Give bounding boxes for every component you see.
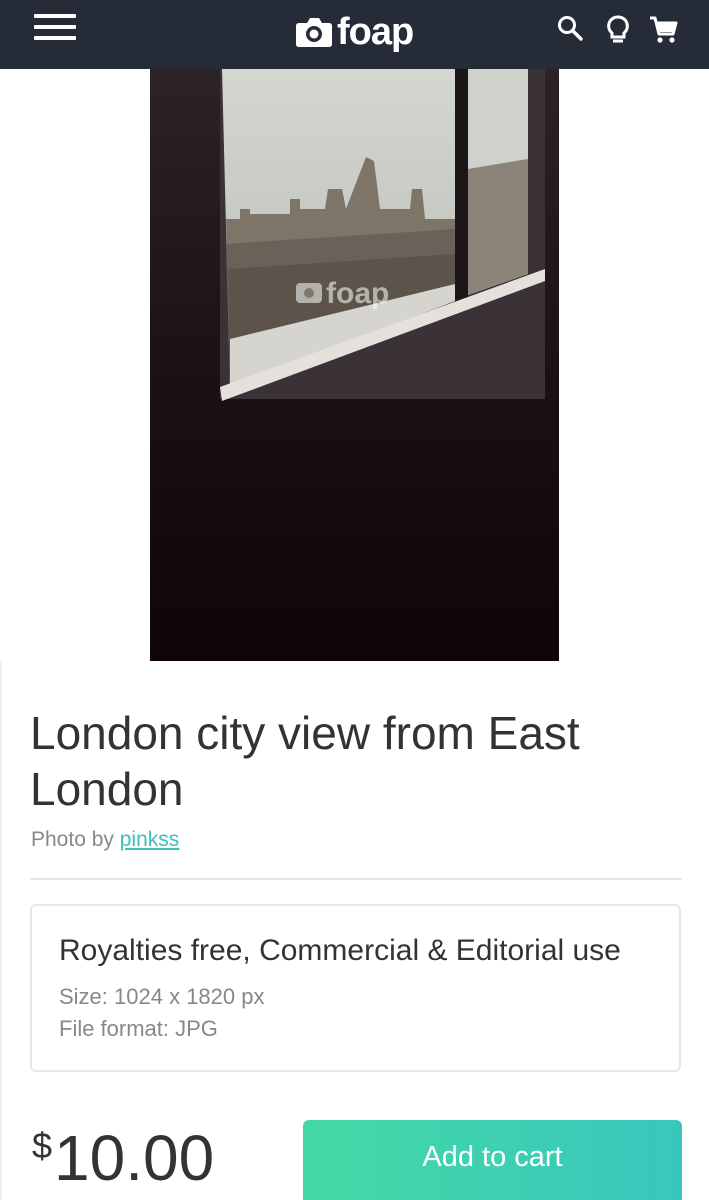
lightbulb-icon[interactable] xyxy=(603,13,633,45)
license-title: Royalties free, Commercial & Editorial u… xyxy=(59,934,621,967)
photo-watermark: foap xyxy=(326,277,389,310)
photo-title: London city view from East London xyxy=(30,707,580,815)
brand-logo[interactable]: foap xyxy=(295,10,414,54)
author-link[interactable]: pinkss xyxy=(120,828,180,851)
license-format: File format: JPG xyxy=(59,1016,218,1041)
brand-name: foap xyxy=(337,11,414,53)
byline-prefix: Photo by xyxy=(31,828,114,851)
photo-byline: Photo by pinkss xyxy=(31,828,179,852)
menu-icon[interactable] xyxy=(34,14,76,42)
price: $ 10.00 xyxy=(32,1120,214,1190)
product-photo[interactable]: foap xyxy=(150,69,559,661)
add-to-cart-button[interactable]: Add to cart xyxy=(303,1120,682,1200)
price-currency: $ xyxy=(32,1125,53,1166)
price-amount: 10.00 xyxy=(54,1122,215,1194)
city-window-photo: foap xyxy=(150,69,559,661)
divider xyxy=(30,878,682,880)
license-size: Size: 1024 x 1820 px xyxy=(59,984,265,1009)
cart-icon[interactable] xyxy=(648,13,678,45)
camera-icon xyxy=(296,18,332,47)
search-icon[interactable] xyxy=(556,13,586,45)
license-card: Royalties free, Commercial & Editorial u… xyxy=(30,904,681,1072)
top-navigation-bar: foap xyxy=(0,0,709,69)
